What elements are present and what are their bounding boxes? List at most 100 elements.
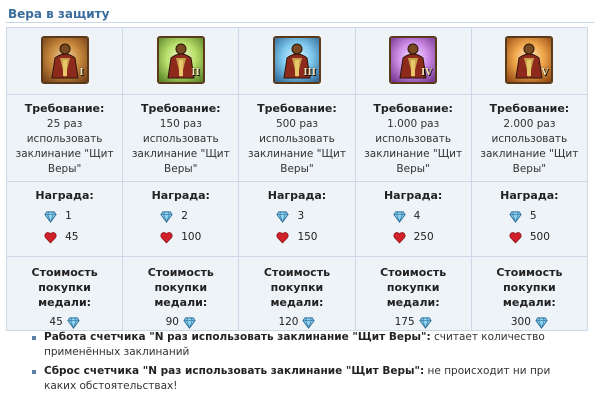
- diamond-icon: [509, 211, 522, 223]
- gem-amount: 5: [529, 210, 537, 222]
- diamond-icon: [67, 317, 80, 329]
- heart-reward: 150: [243, 230, 350, 245]
- knight-medal-icon: III: [272, 36, 321, 84]
- note-title: Работа счетчика "N раз использовать закл…: [44, 331, 431, 343]
- reward-cell: Награда: 1 45: [5, 181, 124, 257]
- reward-cell: Награда: 5 500: [470, 181, 589, 257]
- heart-icon: [44, 232, 57, 244]
- reward-cell: Награда: 3 150: [238, 181, 356, 257]
- note-item: Работа счетчика "N раз использовать закл…: [32, 330, 572, 360]
- heart-icon: [276, 232, 289, 244]
- diamond-icon: [393, 211, 406, 223]
- requirement-text: 500 раз использовать заклинание "Щит Вер…: [248, 118, 346, 175]
- cost-cell: Стоимость покупки медали: 300: [470, 256, 589, 331]
- cost-amount: 175: [394, 316, 415, 328]
- medal-cell: I: [5, 27, 124, 95]
- requirement-label: Требование:: [257, 102, 337, 115]
- heart-reward: 250: [360, 230, 467, 245]
- reward-label: Награда:: [151, 189, 210, 202]
- diamond-icon: [44, 211, 57, 223]
- medal-cell: III: [238, 27, 356, 95]
- note-title: Сброс счетчика "N раз использовать закли…: [44, 365, 425, 377]
- heart-icon: [160, 232, 173, 244]
- tier-numeral: V: [541, 68, 549, 78]
- heart-icon: [393, 232, 406, 244]
- reward-label: Награда:: [267, 189, 327, 202]
- requirement-cell: Требование: 2.000 раз использовать закли…: [470, 94, 589, 182]
- cost-value: 175: [360, 315, 467, 330]
- requirement-text: 150 раз использовать заклинание "Щит Вер…: [131, 118, 230, 175]
- tier-numeral: IV: [420, 68, 433, 78]
- diamond-icon: [276, 211, 290, 223]
- medal-cell: V: [470, 27, 589, 95]
- heart-amount: 250: [413, 231, 434, 243]
- cost-cell: Стоимость покупки медали: 175: [354, 256, 472, 331]
- diamond-icon: [419, 317, 432, 329]
- gem-amount: 3: [297, 210, 305, 222]
- gem-amount: 1: [65, 210, 72, 222]
- notes-list: Работа счетчика "N раз использовать закл…: [32, 330, 572, 398]
- reward-cell: Награда: 4 250: [354, 181, 472, 257]
- diamond-icon: [535, 317, 548, 329]
- requirement-label: Требование:: [489, 102, 570, 115]
- cost-label: Стоимость покупки медали:: [263, 266, 331, 309]
- medal-icons-row: I II III IV V: [5, 27, 589, 95]
- cost-value: 90: [127, 315, 234, 330]
- cost-row: Стоимость покупки медали: 45 Стоимость п…: [5, 256, 589, 331]
- gem-reward: 1: [11, 209, 118, 224]
- reward-row: Награда: 1 45 Награда: 2 100 Награда: 3 …: [5, 181, 589, 257]
- requirement-label: Требование:: [24, 102, 105, 115]
- note-item: Сброс счетчика "N раз использовать закли…: [32, 364, 572, 394]
- knight-medal-icon: II: [156, 36, 205, 84]
- requirement-text: 1.000 раз использовать заклинание "Щит В…: [364, 118, 463, 175]
- cost-value: 45: [11, 315, 118, 330]
- bullet-icon: [32, 370, 36, 374]
- cost-label: Стоимость покупки медали:: [496, 266, 563, 309]
- requirement-text: 2.000 раз использовать заклинание "Щит В…: [480, 118, 579, 175]
- gem-amount: 2: [181, 210, 188, 222]
- reward-label: Награда:: [35, 189, 94, 202]
- knight-medal-icon: I: [40, 36, 89, 84]
- diamond-icon: [302, 317, 316, 329]
- gem-reward: 2: [127, 209, 234, 224]
- requirement-label: Требование:: [140, 102, 221, 115]
- heart-icon: [509, 232, 522, 244]
- cost-cell: Стоимость покупки медали: 45: [5, 256, 124, 331]
- reward-label: Награда:: [500, 189, 559, 202]
- gem-reward: 4: [360, 209, 467, 224]
- medal-table: I II III IV V Требование: 25 раз использ…: [5, 27, 589, 331]
- bullet-icon: [32, 336, 36, 340]
- section-title: Вера в защиту: [8, 7, 110, 21]
- reward-cell: Награда: 2 100: [122, 181, 240, 257]
- cost-amount: 120: [278, 316, 299, 328]
- requirement-cell: Требование: 500 раз использовать заклина…: [238, 94, 356, 182]
- diamond-icon: [160, 211, 173, 223]
- knight-medal-icon: IV: [389, 36, 438, 84]
- medal-cell: IV: [354, 27, 472, 95]
- requirement-cell: Требование: 1.000 раз использовать закли…: [354, 94, 472, 182]
- gem-reward: 3: [243, 209, 350, 224]
- heart-reward: 500: [476, 230, 583, 245]
- tier-numeral: II: [191, 68, 200, 78]
- requirement-label: Требование:: [373, 102, 453, 115]
- gem-amount: 4: [413, 210, 421, 222]
- requirement-cell: Требование: 25 раз использовать заклинан…: [5, 94, 124, 182]
- cost-label: Стоимость покупки медали:: [147, 266, 214, 309]
- requirement-row: Требование: 25 раз использовать заклинан…: [5, 94, 589, 182]
- requirement-text: 25 раз использовать заклинание "Щит Веры…: [15, 118, 114, 175]
- cost-label: Стоимость покупки медали:: [380, 266, 447, 309]
- knight-medal-icon: V: [505, 36, 554, 84]
- tier-numeral: III: [303, 68, 316, 78]
- cost-amount: 90: [165, 316, 179, 328]
- heart-amount: 45: [65, 231, 79, 243]
- heart-reward: 45: [11, 230, 118, 245]
- title-divider: [6, 22, 594, 23]
- cost-label: Стоимость покупки медали:: [31, 266, 98, 309]
- heart-amount: 500: [529, 231, 550, 243]
- cost-amount: 300: [510, 316, 531, 328]
- heart-amount: 150: [297, 231, 318, 243]
- heart-amount: 100: [181, 231, 202, 243]
- heart-reward: 100: [127, 230, 234, 245]
- diamond-icon: [183, 317, 196, 329]
- cost-cell: Стоимость покупки медали: 90: [122, 256, 240, 331]
